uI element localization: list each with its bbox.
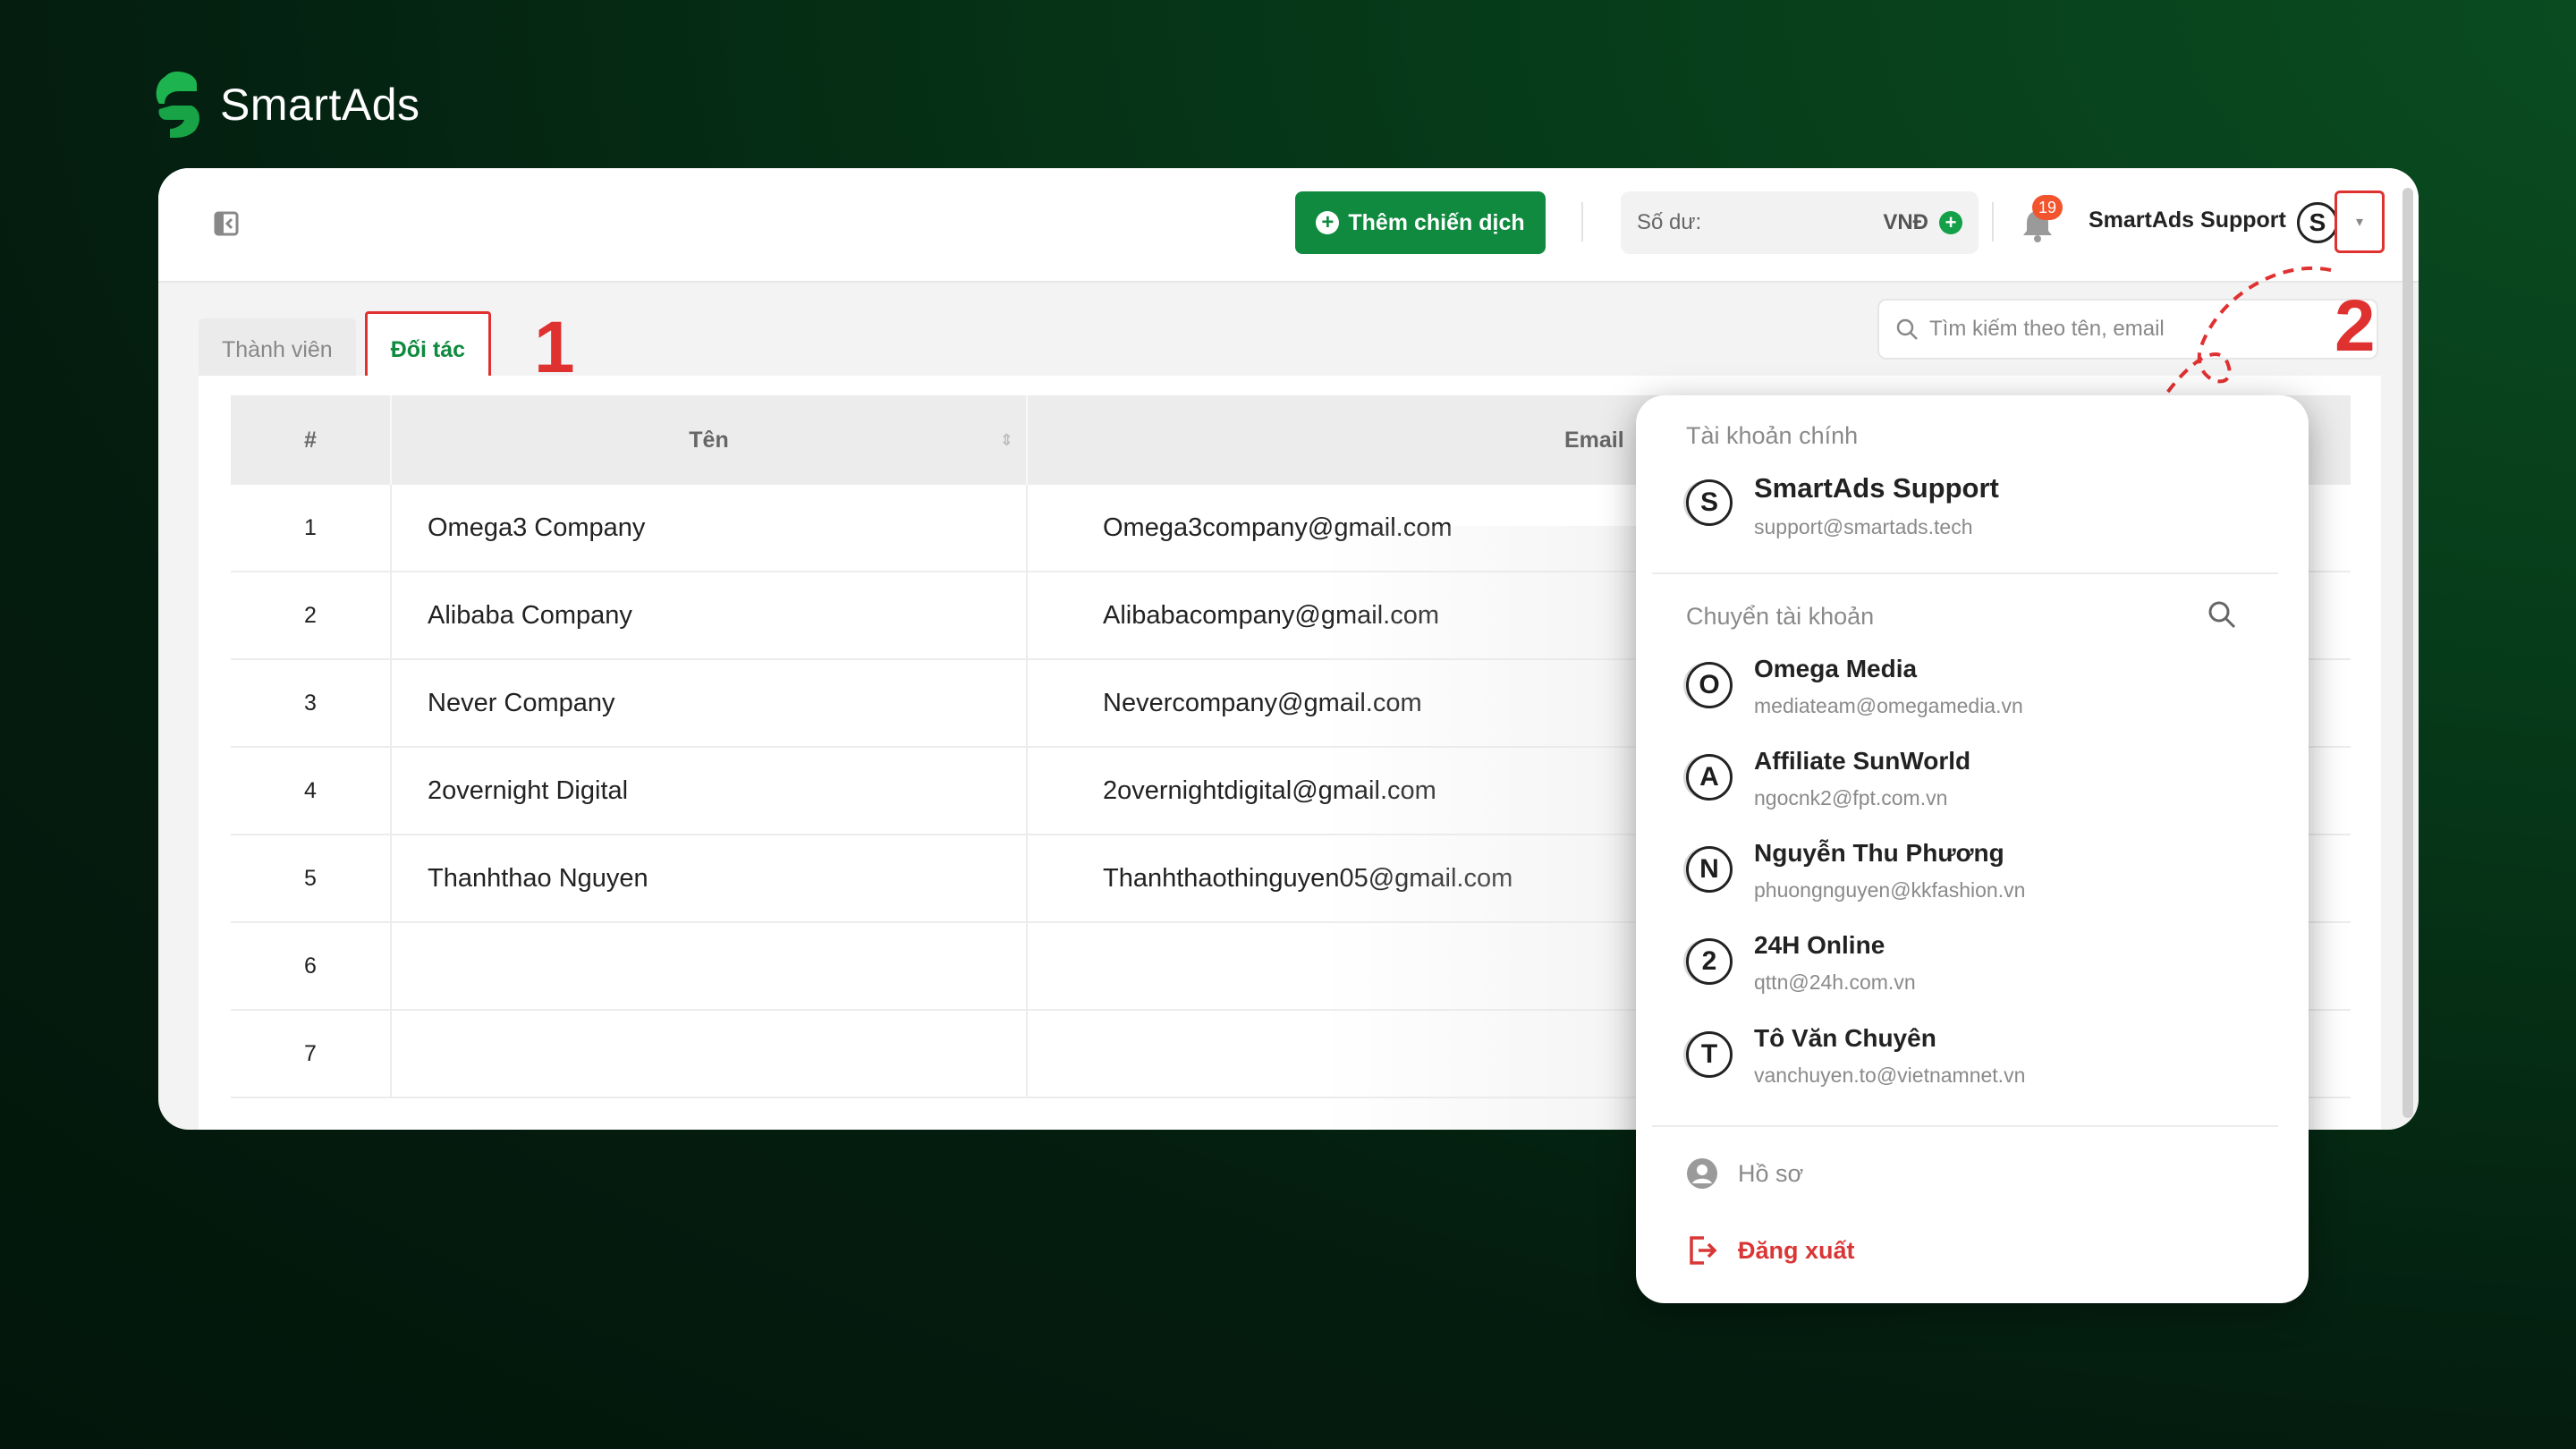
row-index: 7 (304, 1040, 317, 1066)
divider (1652, 572, 2278, 574)
avatar: 2 (1686, 938, 1733, 985)
row-name: Never Company (390, 660, 1026, 746)
avatar: S (1686, 479, 1733, 526)
row-index: 5 (304, 865, 317, 891)
row-name: Thanhthao Nguyen (390, 835, 1026, 921)
header-name-label: Tên (689, 427, 729, 453)
profile-label: Hồ sơ (1738, 1159, 1804, 1187)
row-index: 2 (304, 602, 317, 628)
row-name: 2overnight Digital (390, 748, 1026, 834)
switch-account-item[interactable]: A Affiliate SunWorld ngocnk2@fpt.com.vn (1686, 747, 1970, 810)
user-avatar[interactable]: S (2297, 202, 2338, 243)
account-email: phuongnguyen@kkfashion.vn (1754, 878, 2026, 902)
avatar: A (1686, 754, 1733, 801)
switch-account-item[interactable]: O Omega Media mediateam@omegamedia.vn (1686, 655, 2023, 718)
header-name[interactable]: Tên ⇕ (390, 395, 1026, 485)
row-name: Alibaba Company (390, 572, 1026, 658)
account-name: Affiliate SunWorld (1754, 747, 1971, 775)
row-name (390, 1011, 1026, 1097)
brand-name: SmartAds (220, 80, 420, 130)
search-icon[interactable] (2207, 599, 2237, 630)
balance-label: Số dư: (1637, 210, 1702, 234)
add-campaign-label: Thêm chiến dịch (1348, 209, 1525, 235)
smartads-logo-icon (156, 72, 199, 138)
avatar: T (1686, 1031, 1733, 1078)
tab-members[interactable]: Thành viên (199, 318, 356, 381)
account-name: 24H Online (1754, 931, 1885, 959)
main-account-title: Tài khoản chính (1686, 422, 1859, 449)
profile-menu-item[interactable]: Hồ sơ (1686, 1157, 1803, 1190)
divider (1992, 202, 1994, 242)
row-index: 1 (304, 514, 317, 540)
account-name: SmartAds Support (1754, 472, 1999, 504)
balance-currency: VNĐ (1883, 210, 1928, 234)
row-name: Omega3 Company (390, 485, 1026, 571)
row-name (390, 923, 1026, 1009)
divider (1652, 1125, 2278, 1127)
row-index: 3 (304, 690, 317, 716)
logout-menu-item[interactable]: Đăng xuất (1686, 1234, 1855, 1267)
current-user-name[interactable]: SmartAds Support (2089, 208, 2286, 233)
logout-icon (1690, 1236, 1717, 1265)
account-email: ngocnk2@fpt.com.vn (1754, 786, 1948, 809)
logout-label: Đăng xuất (1738, 1236, 1855, 1264)
account-email: support@smartads.tech (1754, 515, 1973, 538)
switch-account-title: Chuyển tài khoản (1686, 603, 1875, 630)
account-email: mediateam@omegamedia.vn (1754, 694, 2023, 717)
row-index: 4 (304, 777, 317, 803)
row-index: 6 (304, 953, 317, 979)
brand: SmartAds (152, 70, 420, 140)
search-icon (1896, 318, 1918, 340)
add-campaign-button[interactable]: + Thêm chiến dịch (1295, 191, 1546, 254)
switch-account-item[interactable]: 2 24H Online qttn@24h.com.vn (1686, 931, 1916, 995)
chevron-down-icon: ▾ (2355, 215, 2364, 230)
account-email: qttn@24h.com.vn (1754, 970, 1916, 994)
account-menu: Tài khoản chính S SmartAds Support suppo… (1636, 395, 2309, 1303)
balance-box: Số dư: VNĐ + (1621, 191, 1979, 254)
top-up-button[interactable]: + (1939, 211, 1962, 234)
account-name: Tô Văn Chuyên (1754, 1024, 1936, 1052)
avatar: N (1686, 846, 1733, 893)
account-name: Omega Media (1754, 655, 1918, 682)
sort-icon[interactable]: ⇕ (1000, 431, 1013, 450)
top-bar: + Thêm chiến dịch Số dư: VNĐ + 19 SmartA… (158, 168, 2419, 283)
scrollbar[interactable] (2402, 188, 2413, 1118)
account-dropdown-toggle[interactable]: ▾ (2334, 191, 2385, 253)
sidebar-collapse-icon[interactable] (212, 209, 241, 238)
header-index: # (304, 427, 317, 453)
avatar: O (1686, 662, 1733, 708)
main-account[interactable]: S SmartAds Support support@smartads.tech (1686, 472, 1999, 539)
notification-count-badge: 19 (2032, 195, 2063, 220)
plus-circle-icon: + (1316, 211, 1340, 234)
switch-account-item[interactable]: N Nguyễn Thu Phương phuongnguyen@kkfashi… (1686, 839, 2025, 902)
account-name: Nguyễn Thu Phương (1754, 839, 2004, 867)
user-circle-icon (1687, 1158, 1717, 1189)
divider (1581, 202, 1583, 242)
account-email: vanchuyen.to@vietnamnet.vn (1754, 1063, 2026, 1087)
switch-account-item[interactable]: T Tô Văn Chuyên vanchuyen.to@vietnamnet.… (1686, 1024, 2025, 1088)
